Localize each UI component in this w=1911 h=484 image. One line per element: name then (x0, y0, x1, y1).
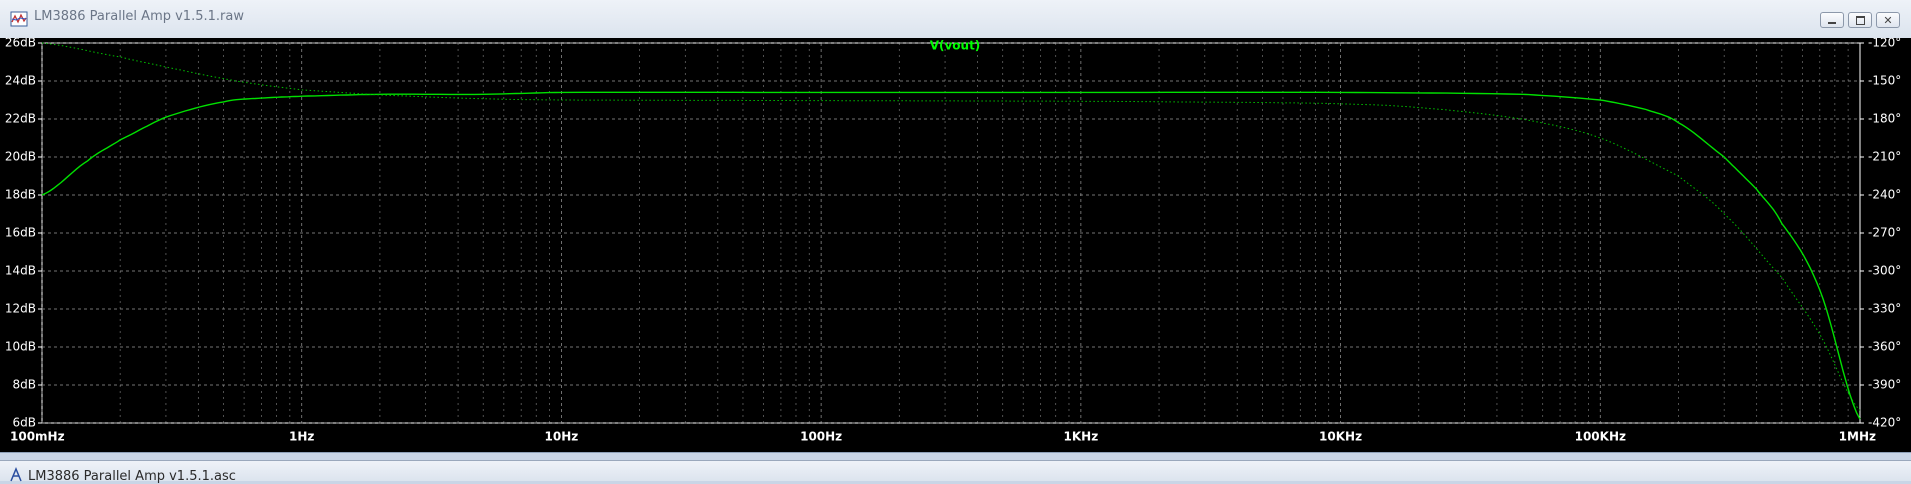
y-axis-left: 26dB 24dB 22dB 20dB 18dB 16dB 14dB 12dB 10dB 8dB 6… (5, 38, 42, 430)
waveform-window: LM3886 Parallel Amp v1.5.1.raw ✕ 26dB 24d… (0, 0, 1911, 453)
y-tick-label-right: -270° (1868, 226, 1901, 240)
trace-label[interactable]: V(vout) (930, 39, 981, 53)
minimize-icon (1828, 22, 1836, 24)
y-tick-label-right: -420° (1868, 416, 1901, 430)
x-tick-label: 100Hz (800, 430, 842, 444)
y-tick-label-left: 24dB (5, 74, 36, 88)
y-tick-label-right: -360° (1868, 340, 1901, 354)
y-tick-label-left: 6dB (13, 416, 36, 430)
y-tick-label-right: -180° (1868, 112, 1901, 126)
x-tick-label: 10Hz (545, 430, 579, 444)
y-tick-label-right: -240° (1868, 188, 1901, 202)
grid (41, 42, 1861, 424)
y-tick-label-right: -390° (1868, 378, 1901, 392)
schematic-icon (10, 467, 22, 482)
plot-area[interactable]: 26dB 24dB 22dB 20dB 18dB 16dB 14dB 12dB 10dB 8dB 6… (0, 38, 1911, 452)
y-axis-right: -120° -150° -180° -210° -240° -270° -300° -330°… (1860, 38, 1901, 430)
bode-plot[interactable]: 26dB 24dB 22dB 20dB 18dB 16dB 14dB 12dB 10dB 8dB 6… (0, 38, 1911, 452)
x-axis: 100mHz 1Hz 10Hz 100Hz 1KHz 10KHz 100KHz 1MHz (10, 430, 1876, 444)
y-tick-label-left: 10dB (5, 340, 36, 354)
restore-icon (1855, 15, 1865, 25)
close-button[interactable]: ✕ (1876, 12, 1900, 28)
x-tick-label: 10KHz (1319, 430, 1362, 444)
y-tick-label-left: 26dB (5, 38, 36, 50)
magnitude-trace (41, 91, 1861, 420)
y-tick-label-left: 16dB (5, 226, 36, 240)
waveform-icon (10, 11, 28, 27)
x-tick-label: 1MHz (1839, 430, 1876, 444)
schematic-window[interactable]: LM3886 Parallel Amp v1.5.1.asc (0, 460, 1911, 484)
schematic-window-title: LM3886 Parallel Amp v1.5.1.asc (28, 469, 236, 484)
title-bar[interactable]: LM3886 Parallel Amp v1.5.1.raw ✕ (0, 0, 1911, 39)
y-tick-label-left: 20dB (5, 150, 36, 164)
minimize-button[interactable] (1820, 12, 1844, 28)
y-tick-label-left: 22dB (5, 112, 36, 126)
y-tick-label-left: 18dB (5, 188, 36, 202)
y-tick-label-right: -300° (1868, 264, 1901, 278)
close-icon: ✕ (1883, 13, 1893, 27)
y-tick-label-right: -210° (1868, 150, 1901, 164)
window-title: LM3886 Parallel Amp v1.5.1.raw (34, 9, 244, 24)
y-tick-label-left: 14dB (5, 264, 36, 278)
phase-trace (41, 42, 1861, 411)
y-tick-label-right: -330° (1868, 302, 1901, 316)
y-tick-label-left: 8dB (13, 378, 36, 392)
x-tick-label: 1Hz (289, 430, 314, 444)
y-tick-label-right: -120° (1868, 38, 1901, 50)
y-tick-label-right: -150° (1868, 74, 1901, 88)
traces (41, 42, 1861, 420)
y-tick-label-left: 12dB (5, 302, 36, 316)
x-tick-label: 100mHz (10, 430, 65, 444)
x-tick-label: 1KHz (1064, 430, 1099, 444)
restore-button[interactable] (1848, 12, 1872, 28)
x-tick-label: 100KHz (1575, 430, 1626, 444)
